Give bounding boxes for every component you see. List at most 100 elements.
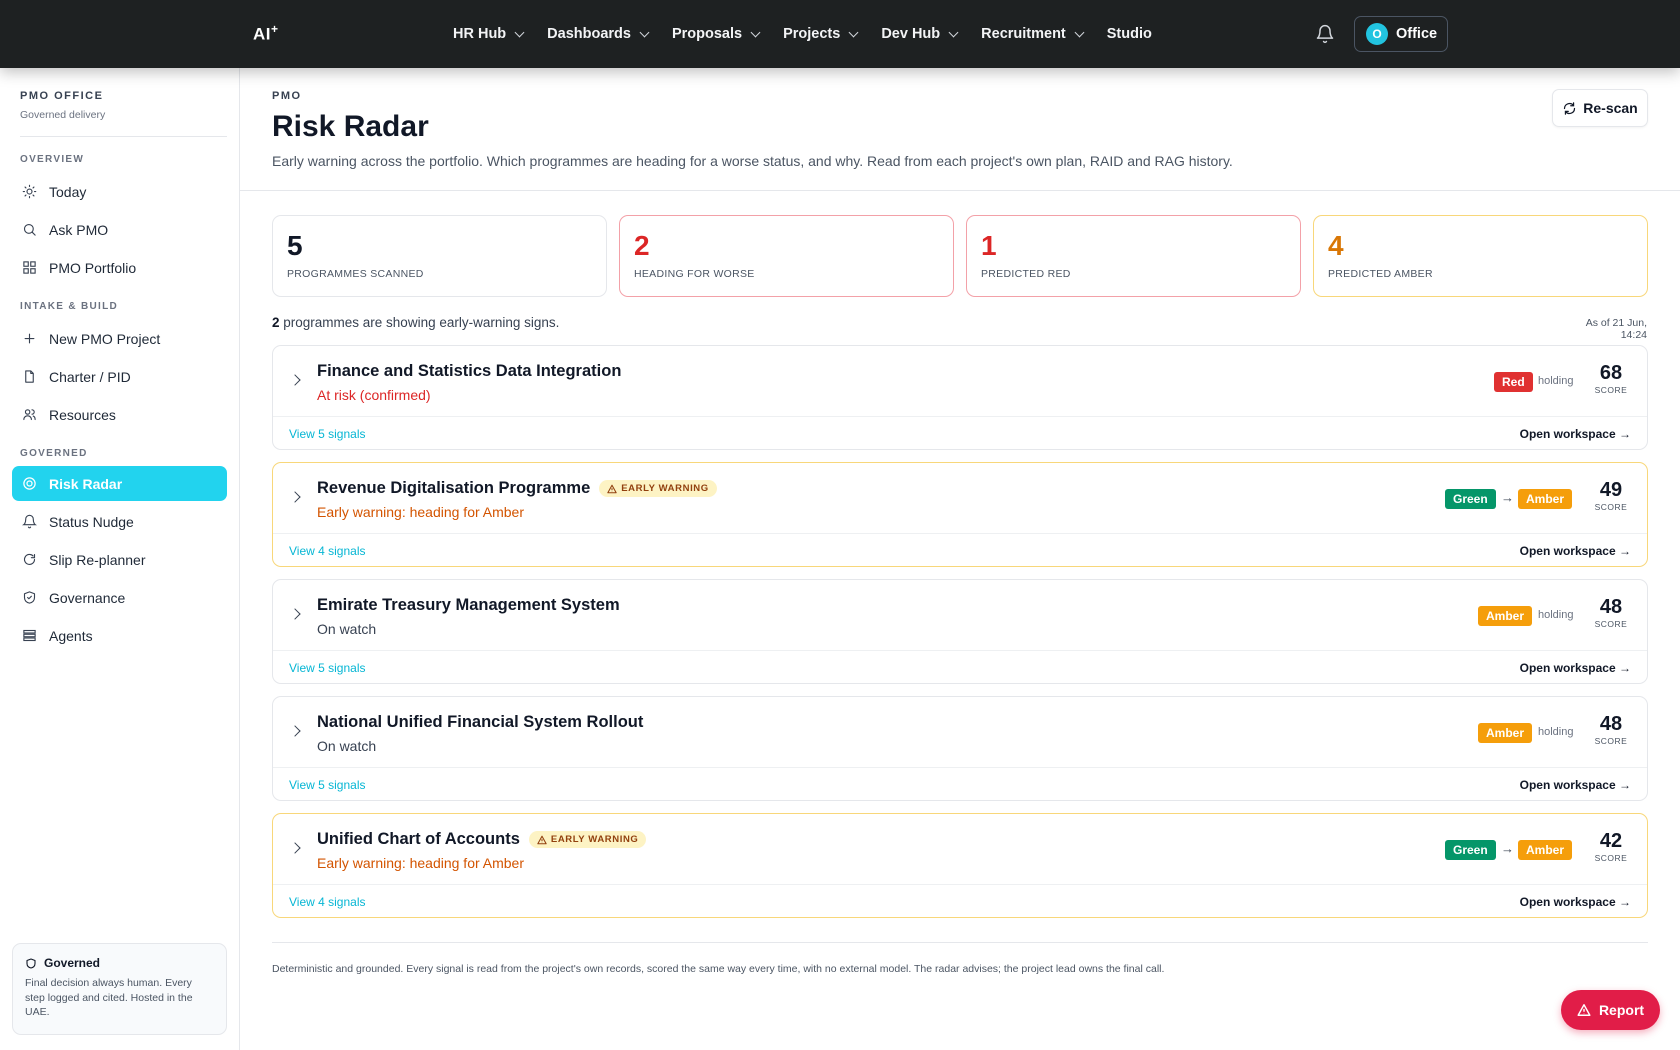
user-menu-button[interactable]: O Office [1354,16,1448,52]
nav-item-projects[interactable]: Projects [783,26,859,42]
search-icon [23,223,36,236]
view-signals-link[interactable]: View 4 signals [289,895,366,909]
arrow-right-icon: → [1619,427,1631,441]
sidebar-item-pmo-portfolio[interactable]: PMO Portfolio [12,250,227,285]
rescan-button[interactable]: Re-scan [1552,89,1648,127]
report-button[interactable]: Report [1561,990,1660,1030]
programme-name-text: Unified Chart of Accounts [317,830,520,848]
sidebar-item-status-nudge[interactable]: Status Nudge [12,504,227,539]
programme-card: Finance and Statistics Data Integration … [272,345,1648,450]
stat-value: 1 [981,230,997,261]
view-signals-link[interactable]: View 5 signals [289,661,366,675]
sidebar-item-risk-radar[interactable]: Risk Radar [12,466,227,501]
user-label: Office [1396,26,1438,42]
early-warning-badge: EARLY WARNING [599,480,717,497]
open-workspace-link[interactable]: Open workspace → [1520,427,1631,441]
governed-info-title: Governed [25,956,214,970]
page-title: Risk Radar [272,110,429,143]
sidebar-item-label: Risk Radar [49,475,123,492]
sidebar-item-charter-pid[interactable]: Charter / PID [12,359,227,394]
open-workspace-link[interactable]: Open workspace → [1520,661,1631,675]
stat-value: 2 [634,230,650,261]
sidebar-item-agents[interactable]: Agents [12,618,227,653]
programme-status: On watch [317,621,377,637]
sidebar-item-slip-replanner[interactable]: Slip Re-planner [12,542,227,577]
top-navigation-bar: AI+ HR Hub Dashboards Proposals Projects… [0,0,1680,68]
view-signals-link[interactable]: View 5 signals [289,778,366,792]
sidebar-item-label: PMO Portfolio [49,259,137,276]
programme-status: On watch [317,738,377,754]
sidebar: PMO OFFICE Governed delivery OVERVIEW To… [0,68,240,1050]
view-signals-link[interactable]: View 5 signals [289,427,366,441]
programme-name-text: Emirate Treasury Management System [317,596,620,614]
sidebar-item-today[interactable]: Today [12,174,227,209]
chevron-right-icon[interactable] [289,491,301,503]
programme-card: Emirate Treasury Management System On wa… [272,579,1648,684]
divider [272,942,1648,943]
stat-predicted-amber: 4 PREDICTED AMBER [1313,215,1648,297]
nav-item-recruitment[interactable]: Recruitment [981,26,1085,42]
programme-card-header[interactable]: Revenue Digitalisation Programme EARLY W… [273,463,1647,534]
divider [240,190,1680,191]
footer-note: Deterministic and grounded. Every signal… [272,963,1165,975]
rag-badge-current: Green [1445,840,1496,860]
chevron-down-icon [1074,27,1085,37]
chevron-right-icon[interactable] [289,608,301,620]
rag-badge-predicted: Amber [1518,840,1573,860]
open-workspace-label: Open workspace [1519,544,1616,558]
sidebar-office-subtitle: Governed delivery [20,109,106,121]
programme-card-header[interactable]: Unified Chart of Accounts EARLY WARNING … [273,814,1647,885]
chevron-right-icon[interactable] [289,374,301,386]
sidebar-item-label: Governance [49,589,126,606]
rag-badge-predicted: Amber [1518,489,1573,509]
programme-card: Unified Chart of Accounts EARLY WARNING … [272,813,1648,918]
score-value: 48 [1599,713,1623,735]
open-workspace-link[interactable]: Open workspace → [1520,778,1631,792]
programme-card-header[interactable]: National Unified Financial System Rollou… [273,697,1647,768]
open-workspace-link[interactable]: Open workspace → [1520,895,1631,909]
nav-item-studio[interactable]: Studio [1107,26,1152,42]
stat-label: PREDICTED AMBER [1328,268,1433,280]
sidebar-item-governance[interactable]: Governance [12,580,227,615]
stat-predicted-red: 1 PREDICTED RED [966,215,1301,297]
score-label: SCORE [1594,385,1628,395]
sidebar-item-new-pmo-project[interactable]: New PMO Project [12,321,227,356]
sidebar-item-ask-pmo[interactable]: Ask PMO [12,212,227,247]
programme-name: Unified Chart of Accounts EARLY WARNING [317,830,647,849]
main-nav: HR Hub Dashboards Proposals Projects Dev… [453,0,1176,68]
programme-score: 48 SCORE [1591,596,1631,629]
shield-icon [26,957,36,969]
chevron-right-icon[interactable] [289,725,301,737]
programme-card-header[interactable]: Finance and Statistics Data Integration … [273,346,1647,417]
programme-card-header[interactable]: Emirate Treasury Management System On wa… [273,580,1647,651]
stat-value: 4 [1328,230,1344,261]
arrow-right-icon: → [1619,895,1631,909]
score-value: 68 [1599,362,1623,384]
programme-name-text: National Unified Financial System Rollou… [317,713,644,731]
programme-score: 49 SCORE [1591,479,1631,512]
stat-heading-for-worse: 2 HEADING FOR WORSE [619,215,954,297]
chevron-down-icon [639,27,650,37]
section-intake-build: INTAKE & BUILD [20,301,119,312]
view-signals-link[interactable]: View 4 signals [289,544,366,558]
chevron-right-icon[interactable] [289,842,301,854]
plus-icon [24,333,35,344]
nav-item-proposals[interactable]: Proposals [672,26,761,42]
sidebar-item-resources[interactable]: Resources [12,397,227,432]
early-warning-label: EARLY WARNING [550,834,639,845]
nav-item-dev-hub[interactable]: Dev Hub [881,26,959,42]
nav-item-hr-hub[interactable]: HR Hub [453,26,525,42]
app-logo[interactable]: AI+ [253,22,279,45]
open-workspace-link[interactable]: Open workspace → [1520,544,1631,558]
programme-card: National Unified Financial System Rollou… [272,696,1648,801]
chevron-down-icon [514,27,525,37]
stat-programmes-scanned: 5 PROGRAMMES SCANNED [272,215,607,297]
holding-label: holding [1538,375,1574,387]
bell-icon[interactable] [1315,23,1335,45]
shield-check-icon [23,591,36,604]
programme-score: 68 SCORE [1591,362,1631,395]
nav-item-dashboards[interactable]: Dashboards [547,26,650,42]
refresh-icon [1564,101,1576,115]
as-of-timestamp: As of 21 Jun, 14:24 [1585,317,1647,341]
sidebar-office-title: PMO OFFICE [20,90,104,102]
